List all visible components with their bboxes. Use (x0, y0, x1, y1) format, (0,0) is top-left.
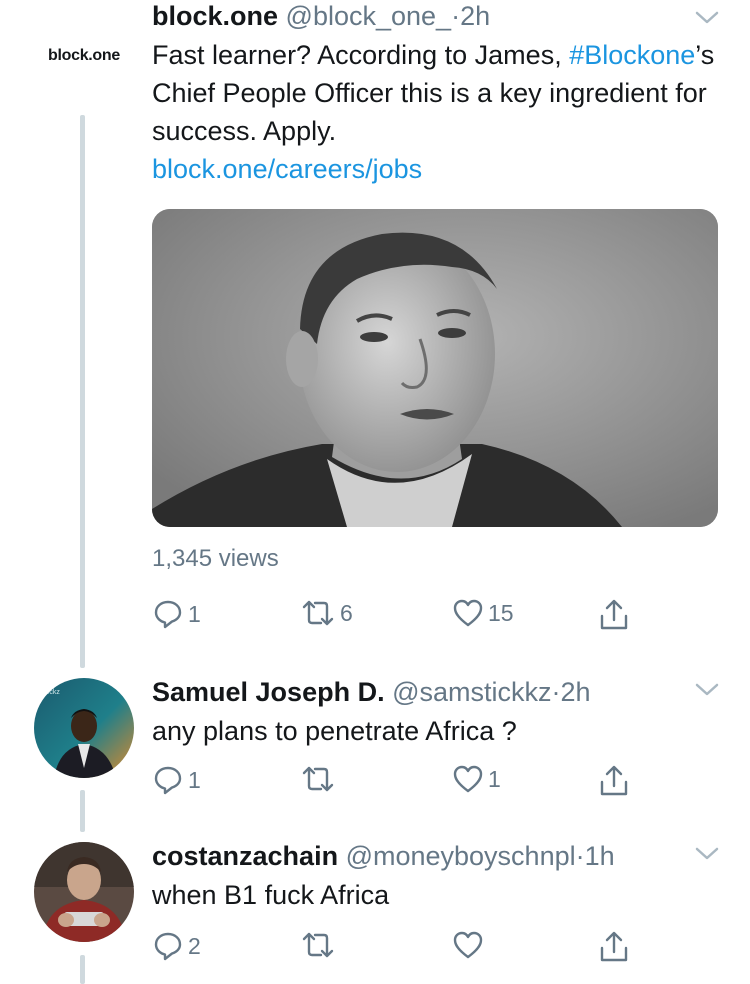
like-icon (452, 930, 484, 960)
tweet-text-part: Fast learner? According to James, (152, 40, 570, 70)
caret-down-icon[interactable] (694, 846, 720, 867)
retweet-button[interactable] (300, 930, 340, 960)
view-count: 1,345 views (152, 545, 279, 572)
retweet-icon (300, 930, 336, 960)
author-name[interactable]: costanzachain (152, 841, 338, 871)
retweet-button[interactable]: 6 (300, 598, 353, 628)
author-name[interactable]: block.one (152, 1, 278, 31)
reply-count: 1 (188, 600, 201, 627)
like-icon (452, 764, 484, 794)
reply-icon (152, 930, 184, 962)
separator-dot: · (551, 677, 561, 707)
reply-button[interactable]: 2 (152, 930, 201, 962)
careers-link[interactable]: block.one/careers/jobs (152, 154, 422, 184)
tweet-header: Samuel Joseph D. @samstickkz·2h (152, 674, 726, 710)
tweet-header: costanzachain @moneyboyschnpl·1h (152, 838, 726, 874)
author-handle[interactable]: @samstickkz (392, 677, 551, 707)
avatar-small-text: blockz (40, 689, 60, 696)
tweet-reply-samuel[interactable]: blockz Samuel Joseph D. @samstickkz·2h a… (0, 668, 750, 828)
tweet-main[interactable]: block.one block.one @block_one_·2h Fast … (0, 0, 750, 660)
like-button[interactable]: 15 (452, 598, 514, 628)
author-name[interactable]: Samuel Joseph D. (152, 677, 385, 707)
like-button[interactable] (452, 930, 488, 960)
author-handle[interactable]: @block_one_ (286, 1, 452, 31)
tweet-time[interactable]: 1h (585, 841, 615, 871)
avatar-costanza[interactable] (34, 842, 134, 942)
share-icon (598, 598, 630, 632)
tweet-actions: 2 (152, 930, 652, 970)
share-icon (598, 764, 630, 798)
avatar-logo-text: block.one (48, 47, 120, 64)
reply-count: 2 (188, 932, 201, 959)
like-button[interactable]: 1 (452, 764, 501, 794)
separator-dot: · (451, 1, 461, 31)
author-handle[interactable]: @moneyboyschnpl (346, 841, 576, 871)
avatar-block-one[interactable]: block.one (34, 6, 134, 106)
tweet-time[interactable]: 2h (561, 677, 591, 707)
share-icon (598, 930, 630, 964)
share-button[interactable] (598, 930, 630, 964)
tweet-text: Fast learner? According to James, #Block… (152, 36, 726, 188)
tweet-text: when B1 fuck Africa (152, 880, 390, 910)
retweet-button[interactable] (300, 764, 340, 794)
portrait-photo (152, 209, 718, 527)
tweet-header: block.one @block_one_·2h (152, 0, 726, 34)
avatar-image (34, 842, 134, 942)
tweet-reply-costanza[interactable]: costanzachain @moneyboyschnpl·1h when B1… (0, 834, 750, 984)
caret-down-icon[interactable] (694, 682, 720, 703)
tweet-media-photo[interactable] (152, 209, 718, 527)
like-icon (452, 598, 484, 628)
reply-icon (152, 598, 184, 630)
reply-button[interactable]: 1 (152, 764, 201, 796)
reply-icon (152, 764, 184, 796)
avatar-samuel[interactable]: blockz (34, 678, 134, 778)
tweet-time[interactable]: 2h (460, 1, 490, 31)
reply-button[interactable]: 1 (152, 598, 201, 630)
avatar-image: blockz (34, 678, 134, 778)
share-button[interactable] (598, 598, 630, 632)
tweet-text: any plans to penetrate Africa ? (152, 716, 517, 746)
caret-down-icon[interactable] (694, 10, 720, 31)
reply-count: 1 (188, 766, 201, 793)
retweet-icon (300, 764, 336, 794)
tweet-actions: 1 1 (152, 764, 652, 804)
like-count: 1 (488, 765, 501, 792)
like-count: 15 (488, 599, 514, 626)
hashtag-link[interactable]: #Blockone (569, 40, 695, 70)
tweet-actions: 1 6 15 (152, 598, 652, 638)
retweet-icon (300, 598, 336, 628)
separator-dot: · (575, 841, 585, 871)
share-button[interactable] (598, 764, 630, 798)
retweet-count: 6 (340, 599, 353, 626)
